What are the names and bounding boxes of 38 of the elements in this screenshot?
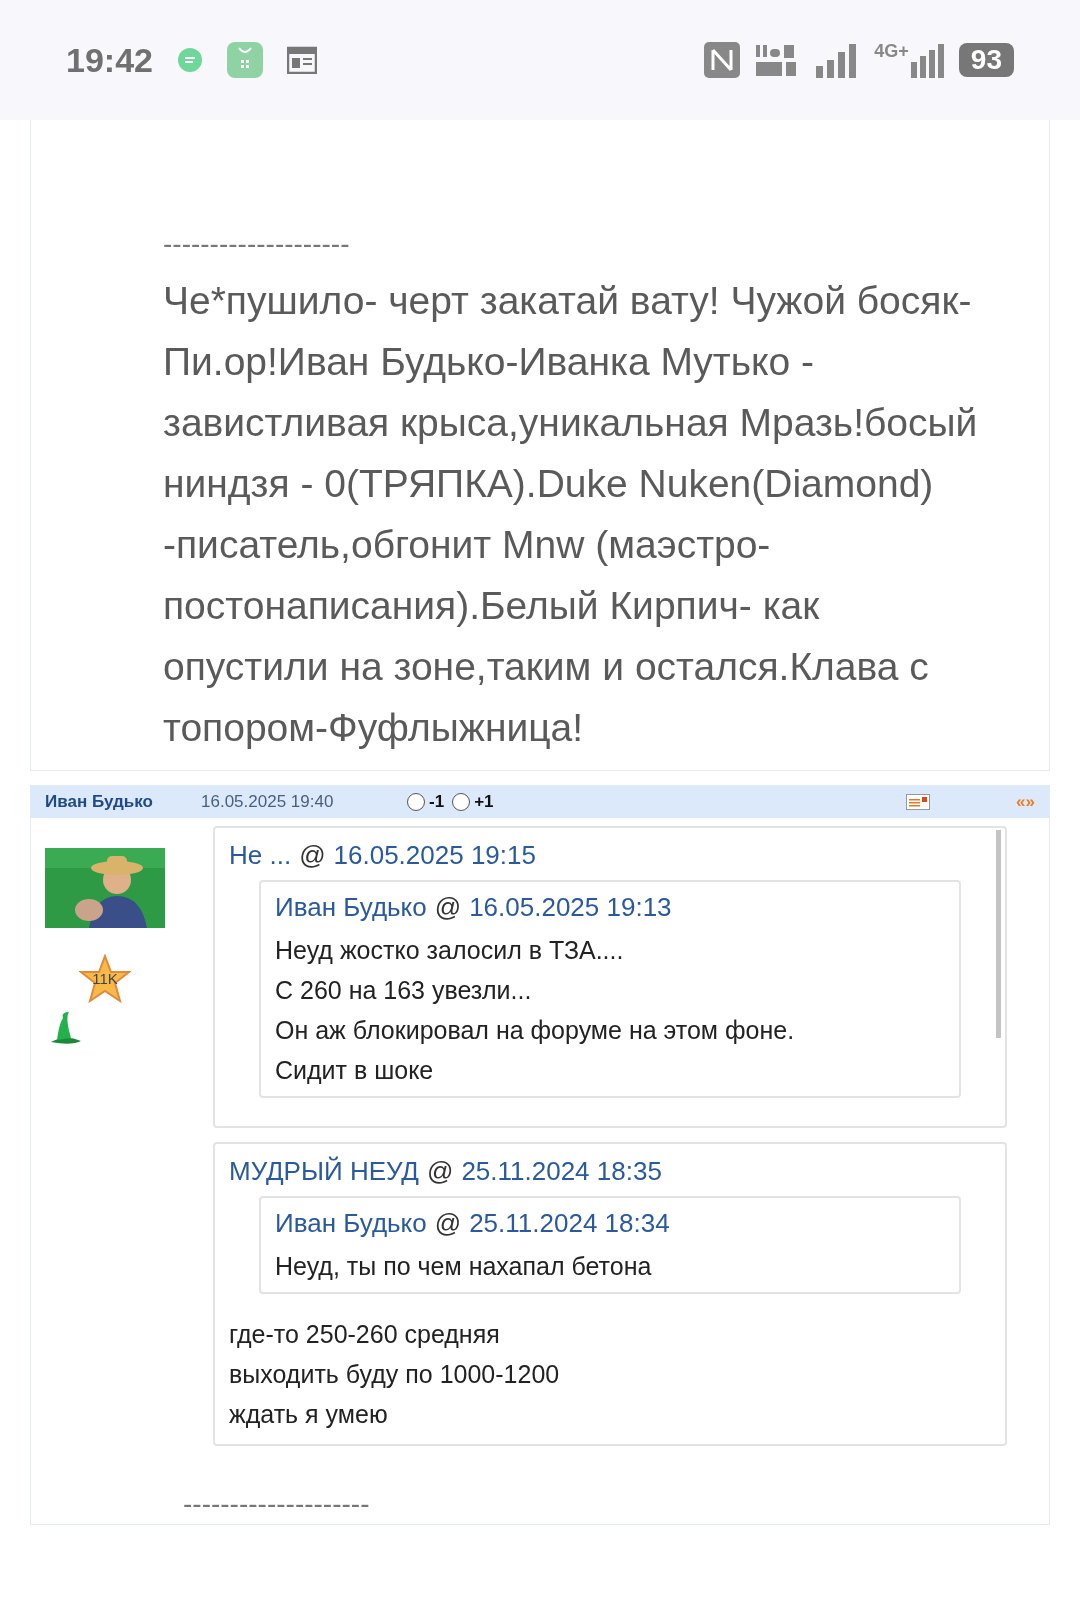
post-date: 16.05.2025 19:40 [201, 791, 335, 814]
quote-text-line: Он аж блокировал на форуме на этом фоне. [275, 1015, 796, 1046]
at-sign: @ [434, 1207, 462, 1240]
scrollbar[interactable] [996, 830, 1001, 1038]
quote-author-link[interactable]: Иван Будько [275, 888, 427, 926]
rank-star-badge: 11K [79, 954, 131, 1004]
post-text: Че*пушило- черт закатай вату! Чужой босяк- Пи.ор!Иван Будько-Иванка Мутько - завистливая крыса,уникальная Мразь!босый ниндзя - 0(ТРЯПКА).Duke Nuken(Diamond) -писатель,обгонит Mnw (маэстро-постонаписания).Белый Кирпич- как опустили на зоне,таким и остался.Клава с топором-Фуфлыжница! [163, 278, 979, 751]
nfc-icon [704, 42, 741, 78]
network-type: 4G+ [874, 42, 909, 60]
divider-text: -------------------- [183, 1487, 371, 1521]
quote-text-line: Неуд, ты по чем нахапал бетона [275, 1251, 653, 1282]
quote-date-link[interactable]: 16.05.2025 19:15 [333, 836, 536, 874]
calendar-icon [286, 46, 317, 74]
quote-date-link[interactable]: 25.11.2024 18:35 [461, 1152, 662, 1190]
clock: 19:42 [66, 39, 153, 81]
at-sign: @ [299, 839, 326, 872]
divider-text: -------------------- [163, 227, 351, 261]
signal-icon [908, 42, 945, 78]
quote-date-link[interactable]: 16.05.2025 19:13 [469, 888, 672, 926]
battery-indicator: 93 [958, 43, 1014, 77]
at-sign: @ [434, 891, 462, 924]
quote-author-link[interactable]: Не ... [229, 836, 292, 874]
chat-icon [176, 47, 203, 73]
store-icon [226, 42, 263, 78]
quote-text-line: Сидит в шоке [275, 1055, 435, 1086]
quote-text-line: С 260 на 163 увезли... [275, 975, 533, 1006]
reply-text-line: где-то 250-260 средняя [229, 1319, 501, 1350]
quote-date-link[interactable]: 25.11.2024 18:34 [469, 1204, 670, 1242]
vote-radio[interactable]: +1 [452, 789, 494, 815]
reply-text-line: выходить буду по 1000-1200 [229, 1359, 561, 1390]
message-icon[interactable] [906, 794, 931, 810]
author-link[interactable]: Иван Будько [45, 789, 201, 815]
quote-author-link[interactable]: Иван Будько [275, 1204, 427, 1242]
quote-text-line: Неуд жостко залосил в ТЗА.... [275, 935, 625, 966]
vote-radio[interactable]: -1 [407, 789, 445, 815]
quote-author-link[interactable]: МУДРЫЙ НЕУД [229, 1152, 419, 1190]
reply-text-line: ждать я умею [229, 1399, 389, 1430]
at-sign: @ [426, 1155, 454, 1188]
